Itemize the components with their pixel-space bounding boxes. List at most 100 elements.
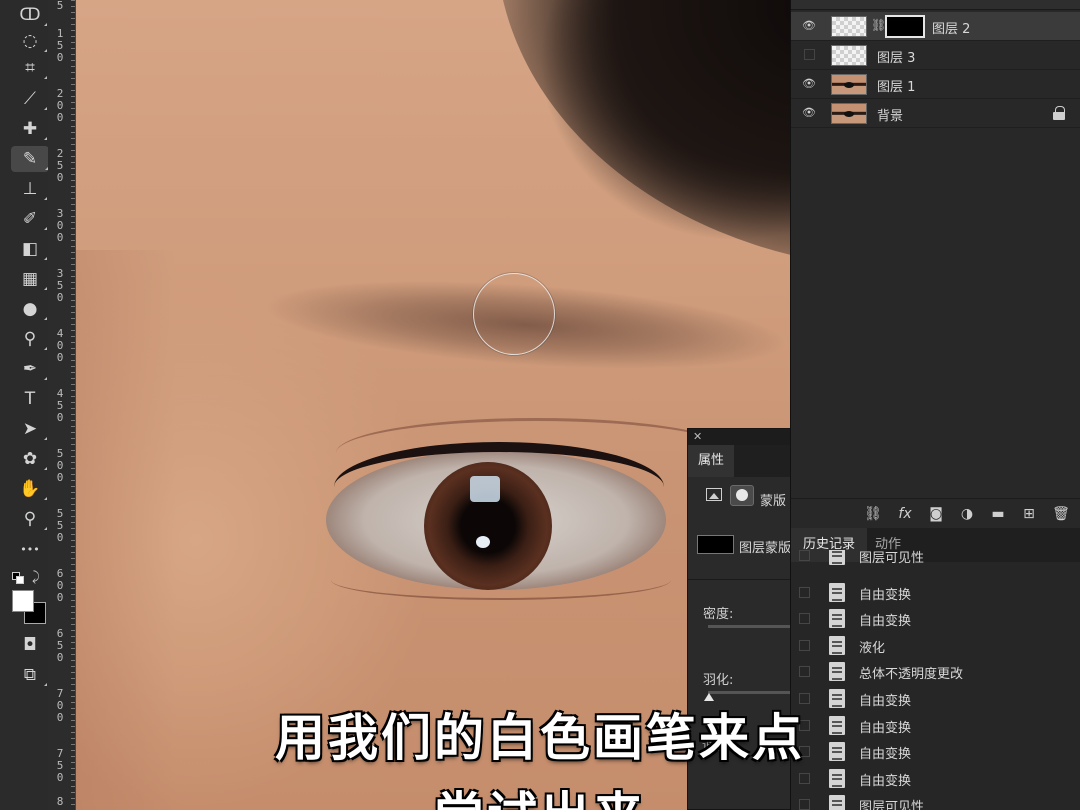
history-brush-source-toggle[interactable] [799,666,810,678]
eraser-tool[interactable]: ◧ [12,236,48,262]
bandage-icon: ✚ [22,119,38,139]
tab-properties[interactable]: 属性 [688,445,734,477]
ruler-label: 150 [56,27,64,64]
type-tool[interactable]: T [12,386,48,412]
layer-thumbnail[interactable] [831,74,867,95]
path-selection-tool[interactable]: ➤ [12,416,48,442]
history-item[interactable]: 液化 [791,632,1080,659]
default-colors-icon[interactable] [12,572,26,586]
history-brush-source-toggle[interactable] [799,550,810,561]
layers-footer: ⛓ fx ◙ ◑ ▬ ⊞ 🗑 [791,498,1080,528]
pixel-mask-icon[interactable] [706,488,722,501]
density-label: 密度: [703,607,734,622]
layer-mask-thumbnail[interactable] [885,15,925,38]
quick-select-icon: ◌ [22,31,38,51]
droplet-icon: ● [22,299,38,319]
dodge-tool[interactable]: ⚲ [12,326,48,352]
pen-icon: ✒ [22,359,38,379]
close-icon[interactable]: ✕ [693,430,702,443]
subtitle-line-1: 用我们的白色画笔来点 [275,709,805,767]
history-brush-source-toggle[interactable] [799,613,810,625]
shape-icon: ✿ [22,449,38,469]
history-item-label: 自由变换 [859,587,912,603]
quick-selection-tool[interactable]: ◌ [12,28,48,54]
layer-name[interactable]: 背景 [877,105,903,124]
properties-title-bar[interactable]: ✕ [688,429,790,445]
fx-icon[interactable]: fx [895,505,915,523]
history-item[interactable]: 自由变换 [791,579,1080,606]
screen-mode-icon: ⧉ [23,665,37,685]
stamp-icon: ⊥ [22,179,38,199]
history-state-icon [829,609,845,629]
history-item-label: 总体不透明度更改 [859,667,964,683]
eyedropper-tool[interactable]: ⟋ [12,86,48,112]
ruler-label: 5 [56,0,64,12]
layer-row[interactable]: 图层 3 [791,41,1080,70]
quick-mask-button[interactable]: ◘ [12,632,48,658]
screen-mode-button[interactable]: ⧉ [12,662,48,688]
mask-link-icon[interactable]: ⛓ [871,18,886,34]
clone-stamp-tool[interactable]: ⊥ [12,176,48,202]
layer-thumbnail[interactable] [831,16,867,37]
history-state-icon [829,662,845,682]
layer-mask-swatch[interactable] [697,535,734,554]
more-tools[interactable]: ••• [12,536,48,562]
link-icon[interactable]: ⛓ [863,505,883,523]
density-slider[interactable] [708,625,790,628]
eraser-icon: ◧ [21,239,39,259]
gradient-icon: ▦ [21,269,39,289]
type-icon: T [24,389,36,409]
crop-tool[interactable]: ⌗ [12,55,48,81]
document-canvas[interactable] [76,0,790,810]
layer-thumbnail[interactable] [831,103,867,124]
eye-catchlight [470,476,500,502]
history-item[interactable]: 自由变换 [791,605,1080,632]
brush-icon: ✎ [22,149,38,169]
layer-row[interactable]: 👁 图层 1 [791,70,1080,99]
add-mask-icon[interactable]: ◙ [926,505,946,523]
layer-thumbnail[interactable] [831,45,867,66]
visibility-toggle[interactable] [804,49,815,60]
feather-slider[interactable] [708,691,790,694]
tools-panel: ↀ ◌ ⌗ ⟋ ✚ ✎ ⊥ ✐ ◧ ▦ ● ⚲ ✒ T ➤ ✿ ✋ ⚲ ••• ⤸ ◘ ⧉ [0,0,49,810]
arrow-icon: ➤ [22,419,38,439]
group-folder-icon[interactable]: ▬ [988,505,1008,523]
lasso-tool[interactable]: ↀ [12,2,48,28]
crop-icon: ⌗ [25,58,35,78]
eye-icon[interactable]: 👁 [801,106,817,120]
swap-colors-icon[interactable]: ⤸ [32,570,40,585]
brush-tool[interactable]: ✎ [11,146,49,172]
layer-name[interactable]: 图层 1 [877,76,915,95]
pen-tool[interactable]: ✒ [12,356,48,382]
adjustment-icon[interactable]: ◑ [957,505,977,523]
foreground-color-swatch[interactable] [12,590,34,612]
blur-tool[interactable]: ● [12,296,48,322]
history-state-icon [829,635,845,655]
custom-shape-tool[interactable]: ✿ [12,446,48,472]
layer-mask-icon[interactable] [730,485,754,506]
layer-name[interactable]: 图层 3 [877,47,915,66]
history-brush-source-toggle[interactable] [799,586,810,598]
layer-name[interactable]: 图层 2 [932,18,970,37]
history-brush-tool[interactable]: ✐ [12,206,48,232]
history-brush-source-toggle[interactable] [799,639,810,651]
hand-tool[interactable]: ✋ [12,476,48,502]
new-layer-icon[interactable]: ⊞ [1019,505,1039,523]
eye-icon[interactable]: 👁 [801,77,817,91]
layer-row[interactable]: 👁 背景 [791,99,1080,128]
mask-mode-label: 蒙版 [760,494,787,509]
layer-mask-label: 图层蒙版 [739,541,790,556]
zoom-icon: ⚲ [23,509,37,529]
zoom-tool[interactable]: ⚲ [12,506,48,532]
layer-row[interactable]: 👁 ⛓ 图层 2 [791,12,1080,41]
gradient-tool[interactable]: ▦ [12,266,48,292]
ruler-label: 450 [56,387,64,424]
history-item[interactable]: 总体不透明度更改 [791,658,1080,685]
more-icon: ••• [20,542,40,556]
ruler-label: 550 [56,507,64,544]
vertical-ruler[interactable]: 5 150 200 250 300 350 400 450 500 550 600 650 700 750… [48,0,76,810]
eye-icon[interactable]: 👁 [801,19,817,33]
trash-icon[interactable]: 🗑 [1051,505,1071,523]
healing-brush-tool[interactable]: ✚ [12,116,48,142]
history-brush-icon: ✐ [22,209,38,229]
